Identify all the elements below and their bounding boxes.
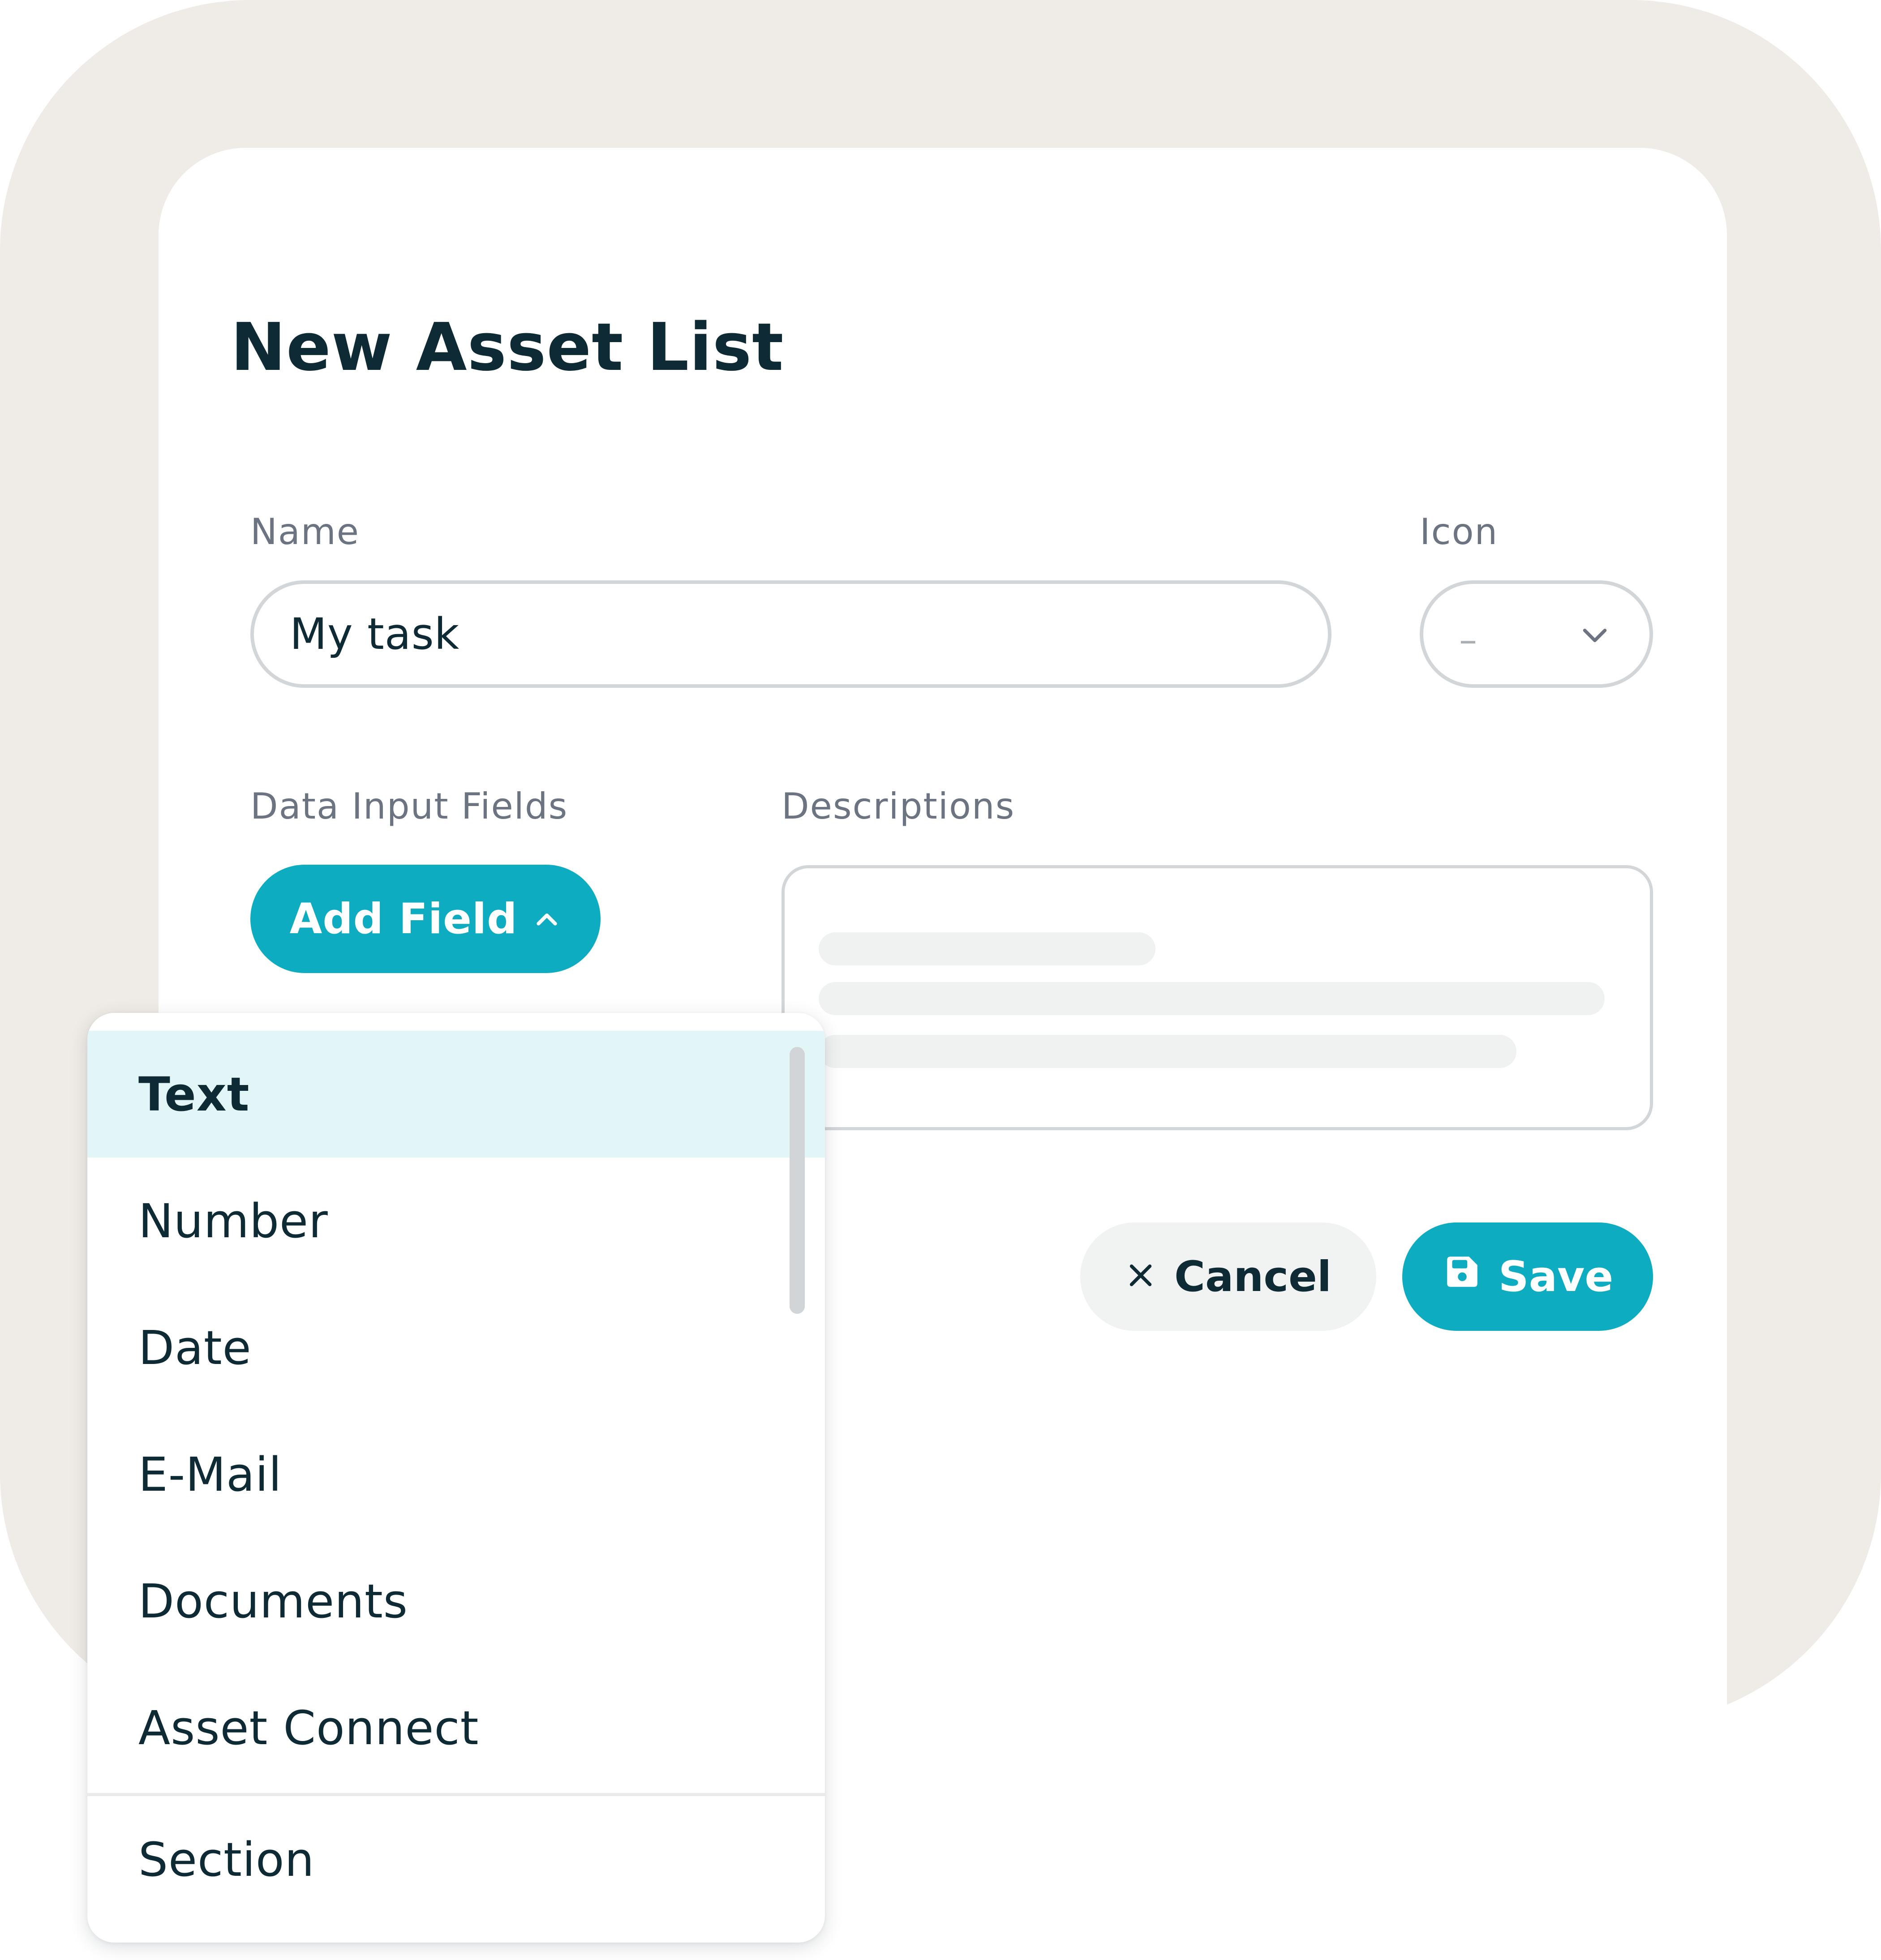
icon-select-value: – — [1459, 619, 1477, 660]
icon-label: Icon — [1420, 511, 1499, 553]
menu-scrollbar[interactable] — [790, 1047, 805, 1314]
menu-item-label: Section — [138, 1832, 315, 1887]
descriptions-textarea[interactable] — [782, 865, 1653, 1130]
menu-item-asset-connect[interactable]: Asset Connect — [87, 1664, 825, 1791]
dialog-title: New Asset List — [231, 309, 784, 386]
menu-item-number[interactable]: Number — [87, 1158, 825, 1284]
placeholder-line — [819, 932, 1155, 965]
menu-divider — [87, 1793, 825, 1796]
descriptions-label: Descriptions — [782, 785, 1015, 827]
placeholder-line — [819, 1035, 1516, 1068]
close-icon — [1125, 1252, 1156, 1301]
add-field-button[interactable]: Add Field — [250, 865, 601, 973]
stage: New Asset List Name Icon – Data Input Fi… — [0, 0, 1881, 1960]
menu-item-label: Documents — [138, 1574, 408, 1629]
field-type-menu: Text Number Date E-Mail Documents Asset … — [87, 1013, 825, 1943]
placeholder-line — [819, 982, 1605, 1015]
data-input-fields-label: Data Input Fields — [250, 785, 568, 827]
save-icon — [1442, 1252, 1482, 1302]
save-button[interactable]: Save — [1402, 1222, 1653, 1331]
chevron-down-icon — [1575, 615, 1615, 656]
name-input[interactable] — [250, 580, 1331, 688]
chevron-up-icon — [533, 895, 561, 944]
menu-item-text[interactable]: Text — [87, 1031, 825, 1158]
name-label: Name — [250, 511, 360, 553]
menu-item-section[interactable]: Section — [87, 1796, 825, 1923]
menu-item-email[interactable]: E-Mail — [87, 1411, 825, 1538]
menu-item-label: Text — [138, 1067, 250, 1122]
cancel-button[interactable]: Cancel — [1080, 1222, 1376, 1331]
cancel-label: Cancel — [1174, 1252, 1332, 1301]
menu-item-label: E-Mail — [138, 1447, 282, 1502]
menu-item-label: Asset Connect — [138, 1700, 479, 1755]
menu-item-documents[interactable]: Documents — [87, 1538, 825, 1664]
add-field-label: Add Field — [289, 894, 518, 944]
menu-item-label: Date — [138, 1320, 252, 1375]
menu-item-date[interactable]: Date — [87, 1284, 825, 1411]
icon-select[interactable]: – — [1420, 580, 1653, 688]
menu-item-label: Number — [138, 1193, 328, 1248]
save-label: Save — [1498, 1252, 1614, 1301]
